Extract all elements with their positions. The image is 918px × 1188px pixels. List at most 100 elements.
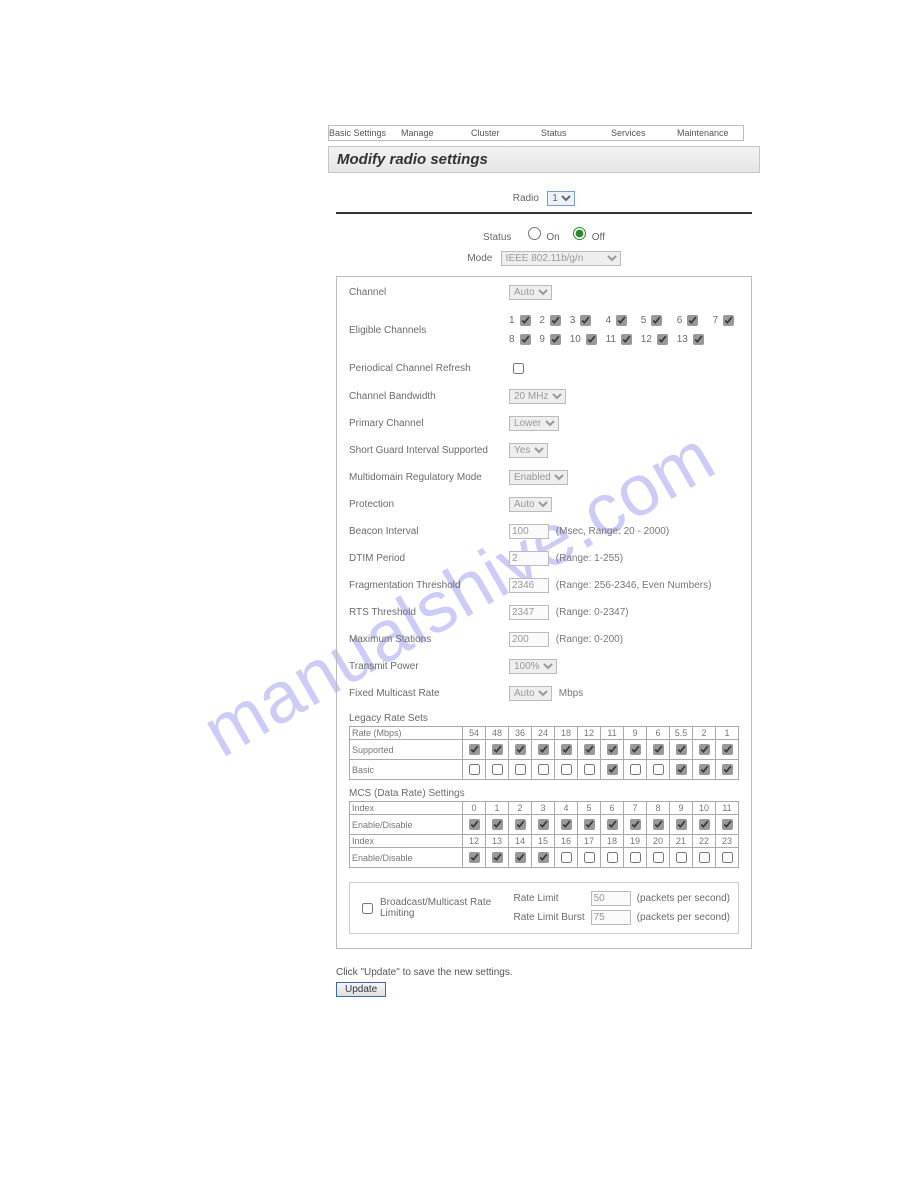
mcs-enable-checkbox[interactable] [607, 852, 618, 863]
beacon-interval-input[interactable] [509, 524, 549, 539]
eligible-channel-6: 6 [677, 312, 709, 329]
update-button[interactable]: Update [336, 982, 386, 997]
mcs-enable-checkbox[interactable] [584, 819, 595, 830]
legacy-supported-checkbox[interactable] [630, 744, 641, 755]
mcs-enable-checkbox[interactable] [492, 819, 503, 830]
regmode-select[interactable]: Enabled [509, 470, 568, 485]
mcs-enable-checkbox[interactable] [699, 819, 710, 830]
rate-limiting-checkbox[interactable] [362, 903, 373, 914]
tab-manage[interactable]: Manage [401, 126, 471, 140]
legacy-basic-checkbox[interactable] [722, 764, 733, 775]
mcs-enable-checkbox[interactable] [722, 819, 733, 830]
rate-limit-burst-label: Rate Limit Burst [513, 912, 584, 923]
txpower-label: Transmit Power [349, 661, 509, 672]
legacy-basic-checkbox[interactable] [561, 764, 572, 775]
mode-label: Mode [467, 253, 492, 264]
radio-select[interactable]: 1 [547, 191, 575, 206]
mcs-enable-checkbox[interactable] [699, 852, 710, 863]
periodical-refresh-checkbox[interactable] [513, 363, 524, 374]
legacy-supported-checkbox[interactable] [722, 744, 733, 755]
eligible-channel-10-checkbox[interactable] [586, 334, 597, 345]
eligible-channel-11-checkbox[interactable] [621, 334, 632, 345]
eligible-channel-3-checkbox[interactable] [580, 315, 591, 326]
rts-threshold-input[interactable] [509, 605, 549, 620]
legacy-basic-checkbox[interactable] [584, 764, 595, 775]
mcs-enable-checkbox[interactable] [584, 852, 595, 863]
legacy-basic-checkbox[interactable] [492, 764, 503, 775]
legacy-basic-checkbox[interactable] [607, 764, 618, 775]
legacy-basic-checkbox[interactable] [653, 764, 664, 775]
eligible-channel-6-checkbox[interactable] [687, 315, 698, 326]
eligible-channel-2-checkbox[interactable] [550, 315, 561, 326]
legacy-supported-checkbox[interactable] [607, 744, 618, 755]
channel-bandwidth-select[interactable]: 20 MHz [509, 389, 566, 404]
rate-limit-input[interactable] [591, 891, 631, 906]
channel-select[interactable]: Auto [509, 285, 552, 300]
eligible-channel-4-checkbox[interactable] [616, 315, 627, 326]
eligible-channel-5-checkbox[interactable] [651, 315, 662, 326]
legacy-supported-checkbox[interactable] [653, 744, 664, 755]
status-on-radio[interactable] [528, 227, 541, 240]
legacy-supported-checkbox[interactable] [676, 744, 687, 755]
eligible-channel-9-checkbox[interactable] [550, 334, 561, 345]
eligible-channel-8-checkbox[interactable] [520, 334, 531, 345]
dtim-input[interactable] [509, 551, 549, 566]
mode-select[interactable]: IEEE 802.11b/g/n [501, 251, 621, 266]
txpower-select[interactable]: 100% [509, 659, 557, 674]
mcs-enable-checkbox[interactable] [653, 852, 664, 863]
legacy-basic-checkbox[interactable] [699, 764, 710, 775]
legacy-supported-checkbox[interactable] [515, 744, 526, 755]
legacy-basic-checkbox[interactable] [630, 764, 641, 775]
primary-channel-select[interactable]: Lower [509, 416, 559, 431]
mcs-enable-checkbox[interactable] [561, 819, 572, 830]
mcs-table: Index01234567891011Enable/DisableIndex12… [349, 801, 739, 868]
status-off-radio[interactable] [573, 227, 586, 240]
mcs-enable-checkbox[interactable] [630, 819, 641, 830]
mcs-enable-checkbox[interactable] [676, 852, 687, 863]
mcs-enable-checkbox[interactable] [607, 819, 618, 830]
beacon-interval-note: (Msec, Range: 20 - 2000) [556, 526, 669, 537]
maxstations-input[interactable] [509, 632, 549, 647]
mcs-enable-checkbox[interactable] [722, 852, 733, 863]
eligible-channel-7: 7 [713, 312, 739, 329]
tab-cluster[interactable]: Cluster [471, 126, 541, 140]
mcs-enable-checkbox[interactable] [538, 819, 549, 830]
eligible-channel-9: 9 [539, 331, 565, 348]
legacy-supported-checkbox[interactable] [538, 744, 549, 755]
fmc-select[interactable]: Auto [509, 686, 552, 701]
protection-select[interactable]: Auto [509, 497, 552, 512]
mcs-enable-checkbox[interactable] [538, 852, 549, 863]
mcs-enable-checkbox[interactable] [515, 852, 526, 863]
legacy-basic-checkbox[interactable] [515, 764, 526, 775]
tab-maintenance[interactable]: Maintenance [677, 126, 743, 140]
tabs: Basic Settings Manage Cluster Status Ser… [328, 125, 744, 141]
sgi-label: Short Guard Interval Supported [349, 445, 509, 456]
tab-basic-settings[interactable]: Basic Settings [329, 126, 401, 140]
eligible-channel-7-checkbox[interactable] [723, 315, 734, 326]
mcs-enable-checkbox[interactable] [515, 819, 526, 830]
mcs-enable-checkbox[interactable] [469, 852, 480, 863]
legacy-basic-checkbox[interactable] [469, 764, 480, 775]
mcs-enable-checkbox[interactable] [630, 852, 641, 863]
legacy-supported-checkbox[interactable] [561, 744, 572, 755]
legacy-basic-checkbox[interactable] [538, 764, 549, 775]
tab-services[interactable]: Services [611, 126, 677, 140]
mcs-enable-checkbox[interactable] [492, 852, 503, 863]
tab-status[interactable]: Status [541, 126, 611, 140]
eligible-channel-5: 5 [641, 312, 673, 329]
rate-limit-burst-input[interactable] [591, 910, 631, 925]
mcs-enable-checkbox[interactable] [676, 819, 687, 830]
mcs-enable-checkbox[interactable] [469, 819, 480, 830]
mcs-enable-checkbox[interactable] [561, 852, 572, 863]
legacy-basic-checkbox[interactable] [676, 764, 687, 775]
sgi-select[interactable]: Yes [509, 443, 548, 458]
mcs-enable-checkbox[interactable] [653, 819, 664, 830]
legacy-supported-checkbox[interactable] [584, 744, 595, 755]
legacy-supported-checkbox[interactable] [699, 744, 710, 755]
legacy-supported-checkbox[interactable] [492, 744, 503, 755]
eligible-channel-12-checkbox[interactable] [657, 334, 668, 345]
eligible-channel-1-checkbox[interactable] [520, 315, 531, 326]
frag-threshold-input[interactable] [509, 578, 549, 593]
legacy-supported-checkbox[interactable] [469, 744, 480, 755]
eligible-channel-13-checkbox[interactable] [693, 334, 704, 345]
